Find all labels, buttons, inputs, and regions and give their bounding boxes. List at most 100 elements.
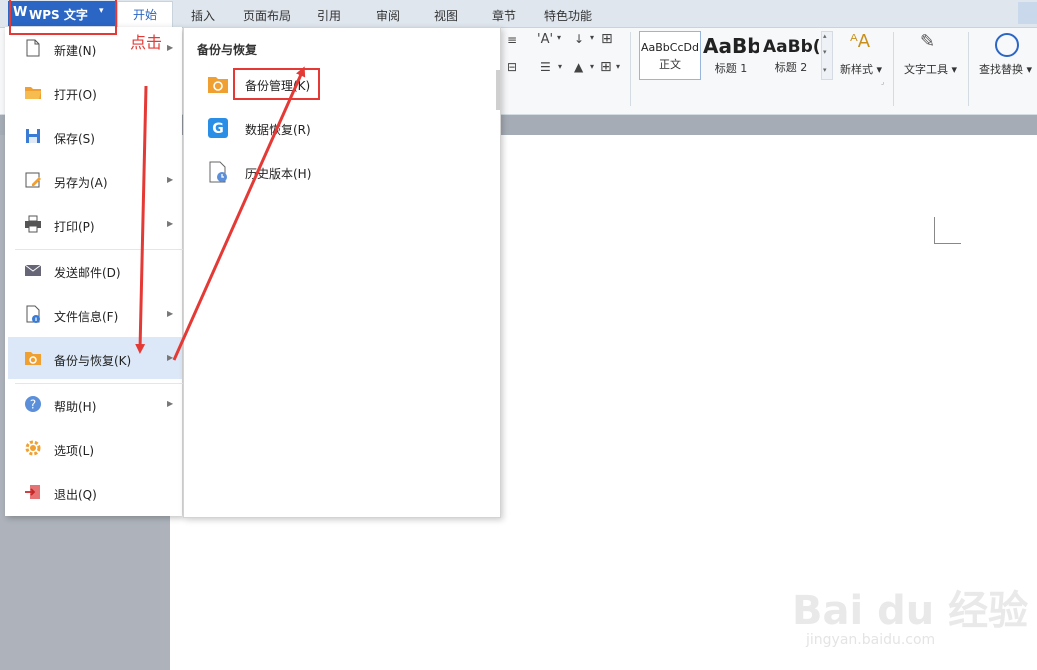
- text-tools-icon[interactable]: ✎: [920, 31, 935, 52]
- table-grid-icon[interactable]: ⊞: [601, 31, 613, 47]
- tab-view[interactable]: 视图: [434, 7, 458, 24]
- app-name: WPS 文字: [29, 8, 88, 22]
- style-sample-heading-1: AaBb: [703, 34, 759, 58]
- ribbon-separator: [893, 32, 894, 106]
- submenu-item-history-version[interactable]: 历史版本(H): [205, 157, 475, 187]
- gallery-down-icon[interactable]: ▾: [823, 48, 827, 56]
- wps-logo-icon: W: [13, 5, 28, 20]
- submenu-arrow-icon: ▶: [167, 353, 174, 362]
- backup-restore-submenu: 备份与恢复 备份管理(K) G 数据恢复(R) 历史版本(H): [183, 27, 501, 518]
- menu-item-save[interactable]: 保存(S): [8, 117, 182, 157]
- ribbon-separator: [968, 32, 969, 106]
- sort-icon[interactable]: ↓: [574, 32, 584, 46]
- menu-item-save-as[interactable]: 另存为(A) ▶: [8, 161, 182, 201]
- new-style-icon[interactable]: ᴬA: [850, 31, 870, 52]
- font-size-caret-icon[interactable]: ▾: [557, 33, 561, 42]
- submenu-item-data-recovery[interactable]: G 数据恢复(R): [205, 113, 475, 143]
- submenu-arrow-icon: ▶: [167, 43, 174, 52]
- border-icon[interactable]: ⊞: [600, 59, 612, 75]
- menu-label: 新建(N): [54, 44, 97, 58]
- text-tools-button[interactable]: 文字工具 ▾: [904, 61, 957, 77]
- menu-item-file-info[interactable]: 文件信息(F) ▶: [8, 295, 182, 335]
- page-margin-corner-mark: [934, 217, 961, 244]
- style-normal[interactable]: AaBbCcDd 正文: [639, 31, 701, 80]
- styles-gallery-scroll[interactable]: ▴ ▾ ▾: [821, 31, 833, 80]
- gallery-up-icon[interactable]: ▴: [823, 32, 827, 40]
- history-version-icon: [209, 161, 227, 183]
- find-replace-button[interactable]: 查找替换 ▾: [979, 61, 1032, 77]
- menu-item-help[interactable]: ? 帮助(H) ▶: [8, 385, 182, 425]
- paragraph-spacing-icon[interactable]: ☰: [540, 60, 551, 74]
- submenu-title: 备份与恢复: [197, 43, 258, 57]
- tab-references[interactable]: 引用: [317, 7, 341, 24]
- menu-item-options[interactable]: 选项(L): [8, 429, 182, 469]
- menu-label: 打印(P): [54, 220, 95, 234]
- menu-label: 备份与恢复(K): [54, 354, 132, 368]
- file-info-icon: [26, 305, 40, 323]
- submenu-label: 备份管理(K): [245, 79, 311, 93]
- file-menu: 新建(N) ▶ 打开(O) 保存(S) 另存为(A) ▶ 打印(P) ▶ 发送邮…: [5, 27, 183, 516]
- annotation-click-label: 点击: [130, 33, 163, 52]
- tab-insert[interactable]: 插入: [191, 7, 215, 24]
- submenu-arrow-icon: ▶: [167, 309, 174, 318]
- menu-label: 退出(Q): [54, 488, 97, 502]
- menu-item-send-mail[interactable]: 发送邮件(D): [8, 251, 182, 291]
- paragraph-caret-icon[interactable]: ▾: [558, 62, 562, 71]
- style-sample-normal: AaBbCcDd: [641, 41, 699, 54]
- menu-label: 发送邮件(D): [54, 266, 121, 280]
- shading-icon[interactable]: ▲: [574, 60, 583, 74]
- svg-text:?: ?: [30, 398, 36, 412]
- menu-label: 帮助(H): [54, 400, 97, 414]
- menu-label: 保存(S): [54, 132, 95, 146]
- exit-icon: [25, 485, 40, 499]
- submenu-arrow-icon: ▶: [167, 219, 174, 228]
- line-spacing-icon[interactable]: ≡: [507, 33, 517, 47]
- skin-thumbnail[interactable]: [1018, 2, 1037, 24]
- style-label-heading-2: 标题 2: [774, 61, 808, 74]
- backup-manage-icon: [208, 77, 228, 93]
- styles-dialog-launcher-icon[interactable]: ⌟: [881, 78, 884, 86]
- shading-caret-icon[interactable]: ▾: [590, 62, 594, 71]
- gallery-more-icon[interactable]: ▾: [823, 66, 827, 74]
- submenu-scrollbar[interactable]: [496, 70, 500, 110]
- baidu-jingyan-watermark: Bai du 经验 jingyan.baidu.com: [792, 558, 1028, 658]
- menu-label: 打开(O): [54, 88, 97, 102]
- new-style-button[interactable]: 新样式 ▾: [840, 61, 882, 77]
- submenu-item-backup-manage[interactable]: 备份管理(K): [205, 69, 475, 99]
- submenu-arrow-icon: ▶: [167, 399, 174, 408]
- style-label-normal: 正文: [659, 58, 681, 71]
- watermark-brand: Bai du 经验: [792, 588, 1029, 634]
- sort-caret-icon[interactable]: ▾: [590, 33, 594, 42]
- distribute-icon[interactable]: ⊟: [507, 60, 517, 74]
- save-icon: [26, 129, 40, 143]
- font-size-change-icon[interactable]: 'A': [537, 32, 553, 47]
- options-gear-icon: [25, 440, 41, 456]
- find-replace-icon[interactable]: [995, 33, 1019, 57]
- style-label-heading-1: 标题 1: [714, 62, 748, 75]
- watermark-url: jingyan.baidu.com: [806, 632, 936, 648]
- menu-label: 另存为(A): [54, 176, 108, 190]
- style-heading-1[interactable]: AaBb 标题 1: [703, 31, 759, 78]
- tab-home[interactable]: 开始: [117, 1, 173, 28]
- new-document-icon: [26, 39, 40, 57]
- wps-app-menu-button[interactable]: W WPS 文字 ▾: [8, 1, 115, 26]
- menu-label: 选项(L): [54, 444, 95, 458]
- border-caret-icon[interactable]: ▾: [616, 62, 620, 71]
- submenu-label: 数据恢复(R): [245, 123, 311, 137]
- menu-divider: [15, 383, 183, 384]
- tab-review[interactable]: 审阅: [376, 7, 400, 24]
- style-heading-2[interactable]: AaBb( 标题 2: [763, 31, 819, 78]
- menu-item-open[interactable]: 打开(O): [8, 73, 182, 113]
- open-folder-icon: [25, 87, 41, 99]
- menu-item-print[interactable]: 打印(P) ▶: [8, 205, 182, 245]
- tab-chapter[interactable]: 章节: [492, 7, 516, 24]
- tab-page-layout[interactable]: 页面布局: [243, 7, 291, 24]
- menu-divider: [15, 249, 183, 250]
- tab-special-features[interactable]: 特色功能: [544, 7, 592, 24]
- data-recovery-icon: G: [208, 118, 228, 138]
- app-menu-caret-icon: ▾: [99, 6, 104, 16]
- menu-label: 文件信息(F): [54, 310, 119, 324]
- menu-item-backup-restore[interactable]: 备份与恢复(K) ▶: [8, 337, 182, 379]
- menu-item-exit[interactable]: 退出(Q): [8, 473, 182, 513]
- ribbon-separator: [630, 32, 631, 106]
